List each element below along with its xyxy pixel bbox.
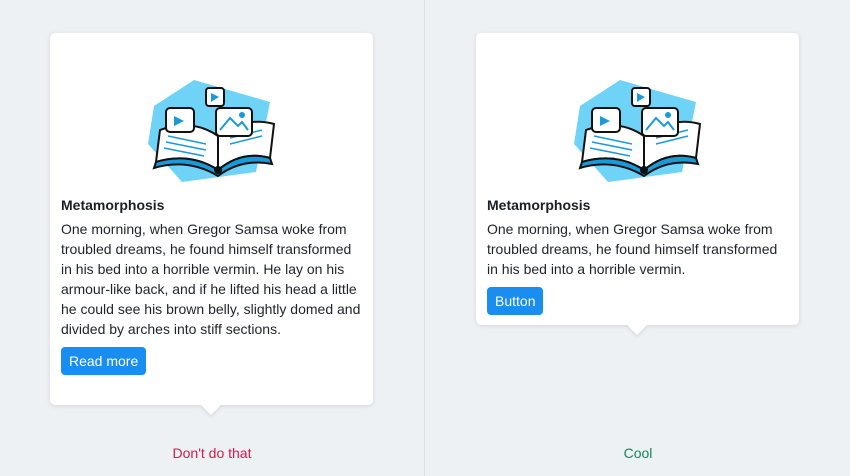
column-divider (424, 0, 425, 476)
popover-arrow (201, 395, 221, 415)
card-title: Metamorphosis (487, 197, 591, 213)
card-body-text: One morning, when Gregor Samsa woke from… (61, 221, 361, 337)
popover-arrow (627, 315, 647, 335)
read-more-button[interactable]: Read more (61, 347, 147, 375)
good-example-caption: Cool (623, 445, 653, 461)
popover-card-good-example: Metamorphosis One morning, when Gregor S… (476, 33, 799, 335)
bad-example-caption: Don't do that (172, 445, 252, 461)
open-book-illustration-icon (147, 80, 275, 182)
popover-card-bad-example: Metamorphosis One morning, when Gregor S… (50, 33, 373, 415)
card-body-text: One morning, when Gregor Samsa woke from… (487, 221, 778, 277)
open-book-illustration-icon (573, 80, 701, 182)
primary-button[interactable]: Button (487, 287, 544, 315)
card-title: Metamorphosis (61, 197, 165, 213)
